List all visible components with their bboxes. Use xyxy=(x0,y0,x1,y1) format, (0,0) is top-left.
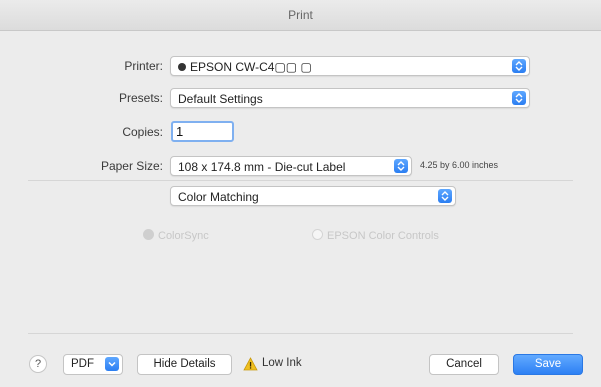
copies-input[interactable]: 1 xyxy=(171,121,234,142)
save-button[interactable]: Save xyxy=(513,354,583,375)
epson-color-controls-radio[interactable]: EPSON Color Controls xyxy=(312,229,439,242)
help-button[interactable]: ? xyxy=(29,355,47,373)
copies-label: Copies: xyxy=(122,125,163,139)
panel-value: Color Matching xyxy=(178,190,259,204)
presets-label: Presets: xyxy=(118,91,163,105)
panel-divider xyxy=(28,180,573,181)
printer-value: EPSON CW-C4▢▢ ▢ xyxy=(190,60,312,74)
colorsync-radio[interactable]: ColorSync xyxy=(143,229,209,242)
cancel-button[interactable]: Cancel xyxy=(429,354,499,375)
printer-label: Printer: xyxy=(124,59,163,73)
presets-popup-arrows-icon xyxy=(512,91,526,105)
printer-popup-arrows-icon xyxy=(512,59,526,73)
colorsync-radio-dot xyxy=(143,229,154,240)
paper-size-popup-arrows-icon xyxy=(394,159,408,173)
pdf-menu-button[interactable]: PDF xyxy=(63,354,123,375)
panel-popup-arrows-icon xyxy=(438,189,452,203)
presets-value: Default Settings xyxy=(178,92,263,106)
paper-size-dimensions: 4.25 by 6.00 inches xyxy=(420,160,499,170)
paper-size-popup[interactable]: 108 x 174.8 mm - Die-cut Label xyxy=(170,156,412,176)
printer-status-icon xyxy=(178,63,186,71)
epson-color-controls-label: EPSON Color Controls xyxy=(327,230,439,242)
pdf-chevron-down-icon xyxy=(105,357,119,371)
low-ink-label: Low Ink xyxy=(262,357,302,369)
window-title: Print xyxy=(288,8,313,22)
warning-icon xyxy=(243,357,258,374)
footer-divider xyxy=(28,333,573,334)
paper-size-value: 108 x 174.8 mm - Die-cut Label xyxy=(178,160,346,174)
hide-details-button[interactable]: Hide Details xyxy=(137,354,232,375)
epson-color-controls-radio-dot xyxy=(312,229,323,240)
printer-popup[interactable]: EPSON CW-C4▢▢ ▢ xyxy=(170,56,530,76)
panel-popup[interactable]: Color Matching xyxy=(170,186,456,206)
pdf-label: PDF xyxy=(71,358,94,370)
window-titlebar: Print xyxy=(0,0,601,31)
colorsync-label: ColorSync xyxy=(158,230,209,242)
paper-size-label: Paper Size: xyxy=(100,159,163,173)
presets-popup[interactable]: Default Settings xyxy=(170,88,530,108)
